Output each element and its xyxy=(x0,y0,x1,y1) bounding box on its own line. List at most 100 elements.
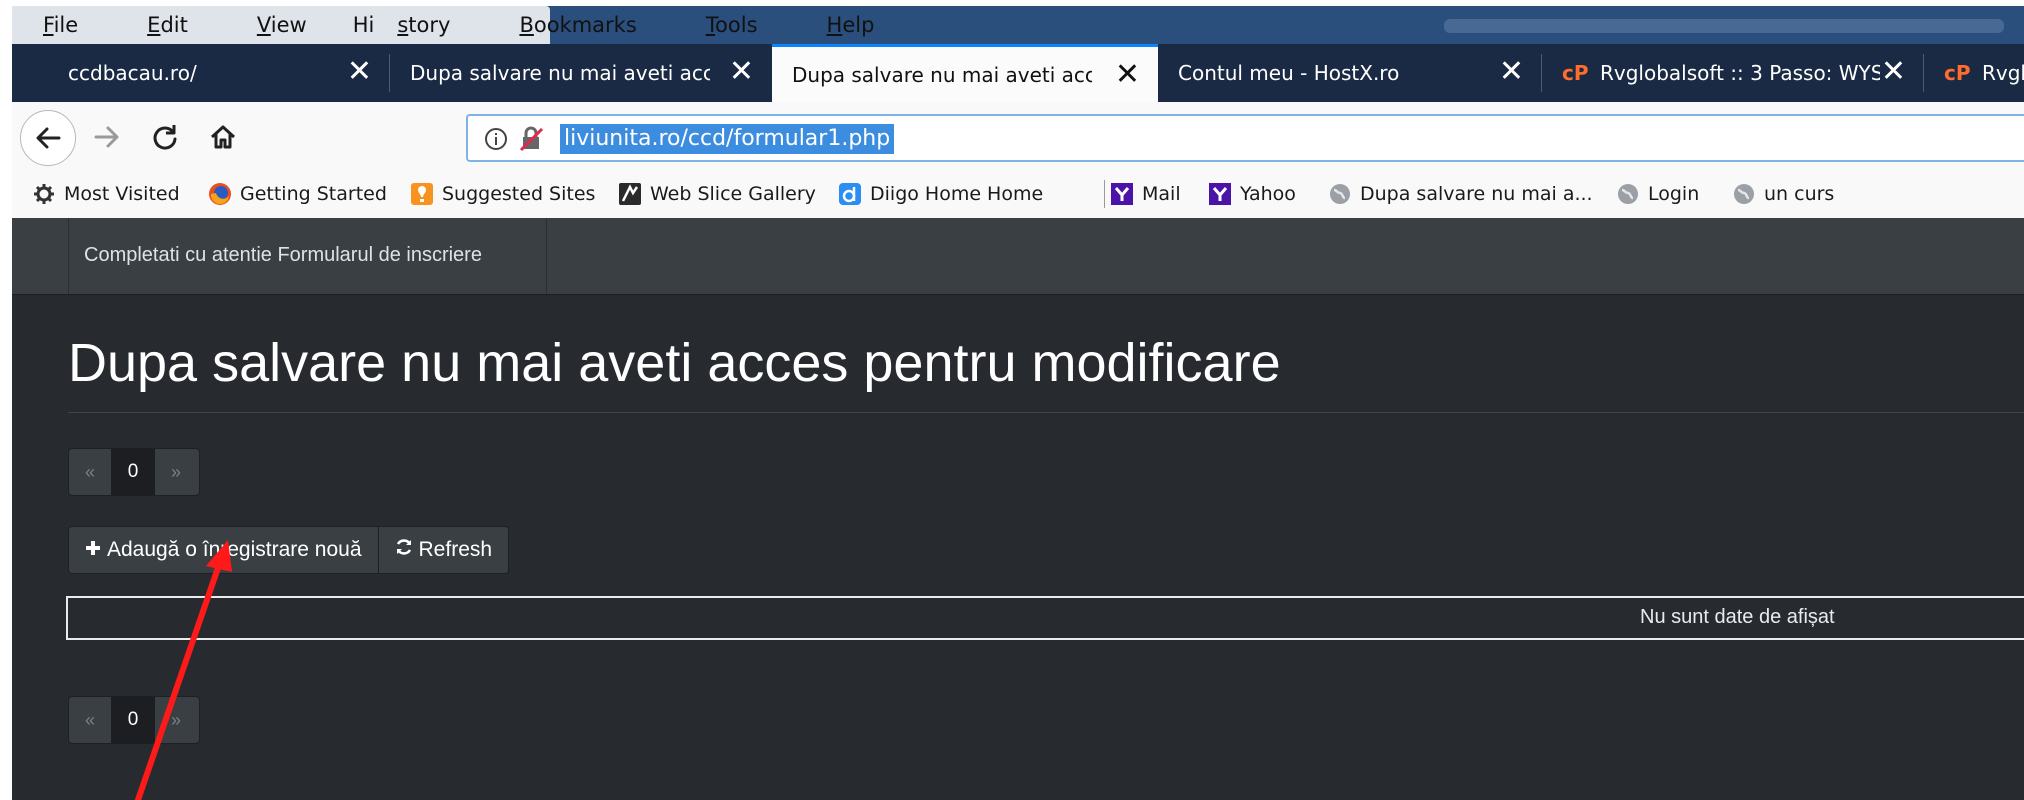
empty-table-message: Nu sunt date de afișat xyxy=(1640,606,1835,628)
refresh-icon xyxy=(395,538,413,562)
add-record-label: Adaugă o înregistrare nouă xyxy=(107,538,362,561)
navbar-divider xyxy=(546,218,547,294)
menu-help[interactable]: Help xyxy=(804,13,898,37)
browser-window: File Edit View Hi story Bookmarks Tools H… xyxy=(0,0,2024,800)
tab-bar: ccdbacau.ro/ ✕ Dupa salvare nu mai aveti… xyxy=(12,44,2024,102)
close-icon[interactable]: ✕ xyxy=(729,56,754,88)
bookmark-label: Login xyxy=(1648,183,1700,205)
bookmark-web-slice-gallery[interactable]: Web Slice Gallery xyxy=(618,182,816,206)
url-bar[interactable]: liviunita.ro/ccd/formular1.php xyxy=(466,114,2024,162)
yahoo-icon xyxy=(1208,182,1232,206)
insecure-lock-icon[interactable] xyxy=(518,126,546,156)
next-page-button[interactable]: » xyxy=(155,449,197,495)
bookmark-most-visited[interactable]: Most Visited xyxy=(32,182,180,206)
menu-bar: File Edit View Hi story Bookmarks Tools H… xyxy=(12,6,2024,44)
close-icon[interactable]: ✕ xyxy=(347,56,372,88)
reload-icon xyxy=(153,125,177,150)
bookmark-diigo[interactable]: Diigo Home Home xyxy=(838,182,1043,206)
pagination-top: « 0 » xyxy=(68,448,200,496)
bookmark-suggested-sites[interactable]: Suggested Sites xyxy=(410,182,595,206)
window-title-blurred xyxy=(1444,19,2004,33)
back-button[interactable] xyxy=(20,110,76,166)
svg-text:cP: cP xyxy=(1944,62,1971,84)
suggested-sites-icon xyxy=(410,182,434,206)
close-icon[interactable]: ✕ xyxy=(1115,59,1140,91)
bookmarks-separator xyxy=(1104,180,1105,208)
navbar-divider xyxy=(68,218,69,294)
bookmark-mail[interactable]: Mail xyxy=(1110,182,1181,206)
menu-view[interactable]: View xyxy=(234,13,330,37)
menu-file[interactable]: File xyxy=(20,13,101,37)
bookmark-yahoo[interactable]: Yahoo xyxy=(1208,182,1296,206)
cpanel-icon: cP xyxy=(1944,62,1972,84)
globe-icon xyxy=(1616,182,1640,206)
navigation-toolbar: liviunita.ro/ccd/formular1.php xyxy=(12,102,2024,173)
cpanel-icon: cP xyxy=(1562,62,1590,84)
next-page-button[interactable]: » xyxy=(155,697,197,743)
tab-label: Dupa salvare nu mai aveti acces xyxy=(410,61,710,85)
url-text[interactable]: liviunita.ro/ccd/formular1.php xyxy=(560,124,895,154)
bookmark-label: Diigo Home Home xyxy=(870,183,1044,205)
bookmark-label: Web Slice Gallery xyxy=(650,183,816,205)
add-record-button[interactable]: Adaugă o înregistrare nouă xyxy=(69,527,378,573)
menu-items: File Edit View Hi story Bookmarks Tools H… xyxy=(12,6,874,44)
bookmarks-toolbar: Most Visited Getting Started Suggested S… xyxy=(12,172,2024,219)
close-icon[interactable]: ✕ xyxy=(1881,56,1906,88)
action-buttons: Adaugă o înregistrare nouă Refresh xyxy=(68,526,510,574)
bookmark-label: Mail xyxy=(1142,183,1181,205)
pagination-bottom: « 0 » xyxy=(68,696,200,744)
current-page[interactable]: 0 xyxy=(111,449,155,495)
nav-link-formular[interactable]: Completati cu atentie Formularul de insc… xyxy=(84,244,482,267)
tab-dupa-salvare-active[interactable]: Dupa salvare nu mai aveti acces ✕ xyxy=(772,44,1158,102)
site-navbar: Completati cu atentie Formularul de insc… xyxy=(12,218,2024,295)
records-table: Nu sunt date de afișat xyxy=(66,596,2024,640)
yahoo-icon xyxy=(1110,182,1134,206)
home-button[interactable] xyxy=(198,112,248,162)
tab-rvgl-partial[interactable]: cP Rvgl xyxy=(1924,44,2024,102)
globe-icon xyxy=(1732,182,1756,206)
bookmark-label: Dupa salvare nu mai a... xyxy=(1360,183,1593,205)
tab-rvglobalsoft[interactable]: cP Rvglobalsoft :: 3 Passo: WYSI ✕ xyxy=(1542,44,1924,102)
tab-label: Contul meu - HostX.ro xyxy=(1178,61,1400,85)
home-icon xyxy=(210,125,236,149)
page-content: Completati cu atentie Formularul de insc… xyxy=(12,218,2024,800)
web-slice-icon xyxy=(618,182,642,206)
reload-button[interactable] xyxy=(140,112,190,162)
tab-label: Dupa salvare nu mai aveti acces xyxy=(792,62,1092,87)
bookmark-login[interactable]: Login xyxy=(1616,182,1699,206)
forward-arrow-icon xyxy=(94,126,119,148)
info-icon[interactable] xyxy=(484,127,508,155)
bookmark-label: Yahoo xyxy=(1240,183,1296,205)
prev-page-button[interactable]: « xyxy=(69,449,111,495)
plus-icon xyxy=(85,539,101,562)
svg-text:cP: cP xyxy=(1562,62,1589,84)
prev-page-button[interactable]: « xyxy=(69,697,111,743)
window-edge xyxy=(0,0,12,800)
tab-label: Rvgl xyxy=(1982,61,2024,85)
tab-label: ccdbacau.ro/ xyxy=(68,61,197,85)
menu-tools[interactable]: Tools xyxy=(683,13,781,37)
globe-icon xyxy=(1328,182,1352,206)
close-icon[interactable]: ✕ xyxy=(1499,56,1524,88)
gear-icon xyxy=(32,182,56,206)
firefox-icon xyxy=(208,182,232,206)
bookmark-dupa-salvare[interactable]: Dupa salvare nu mai a... xyxy=(1328,182,1593,206)
tab-label: Rvglobalsoft :: 3 Passo: WYSI xyxy=(1600,61,1880,85)
bookmark-label: Most Visited xyxy=(64,183,180,205)
bookmark-label: un curs xyxy=(1764,183,1835,205)
menu-edit[interactable]: Edit xyxy=(124,13,211,37)
bookmark-getting-started[interactable]: Getting Started xyxy=(208,182,387,206)
back-arrow-icon xyxy=(36,127,61,149)
tab-hostx[interactable]: Contul meu - HostX.ro ✕ xyxy=(1158,44,1542,102)
tab-dupa-salvare-1[interactable]: Dupa salvare nu mai aveti acces ✕ xyxy=(390,44,772,102)
bookmark-label: Suggested Sites xyxy=(442,183,596,205)
refresh-button[interactable]: Refresh xyxy=(377,527,509,573)
bookmark-un-curs[interactable]: un curs xyxy=(1732,182,1834,206)
diigo-icon xyxy=(838,182,862,206)
menu-bookmarks[interactable]: Bookmarks xyxy=(496,13,659,37)
forward-button[interactable] xyxy=(82,112,132,162)
tab-ccdbacau[interactable]: ccdbacau.ro/ ✕ xyxy=(12,44,390,102)
current-page[interactable]: 0 xyxy=(111,697,155,743)
page-title: Dupa salvare nu mai aveti acces pentru m… xyxy=(68,333,1281,393)
menu-history[interactable]: Hi story xyxy=(353,13,474,37)
